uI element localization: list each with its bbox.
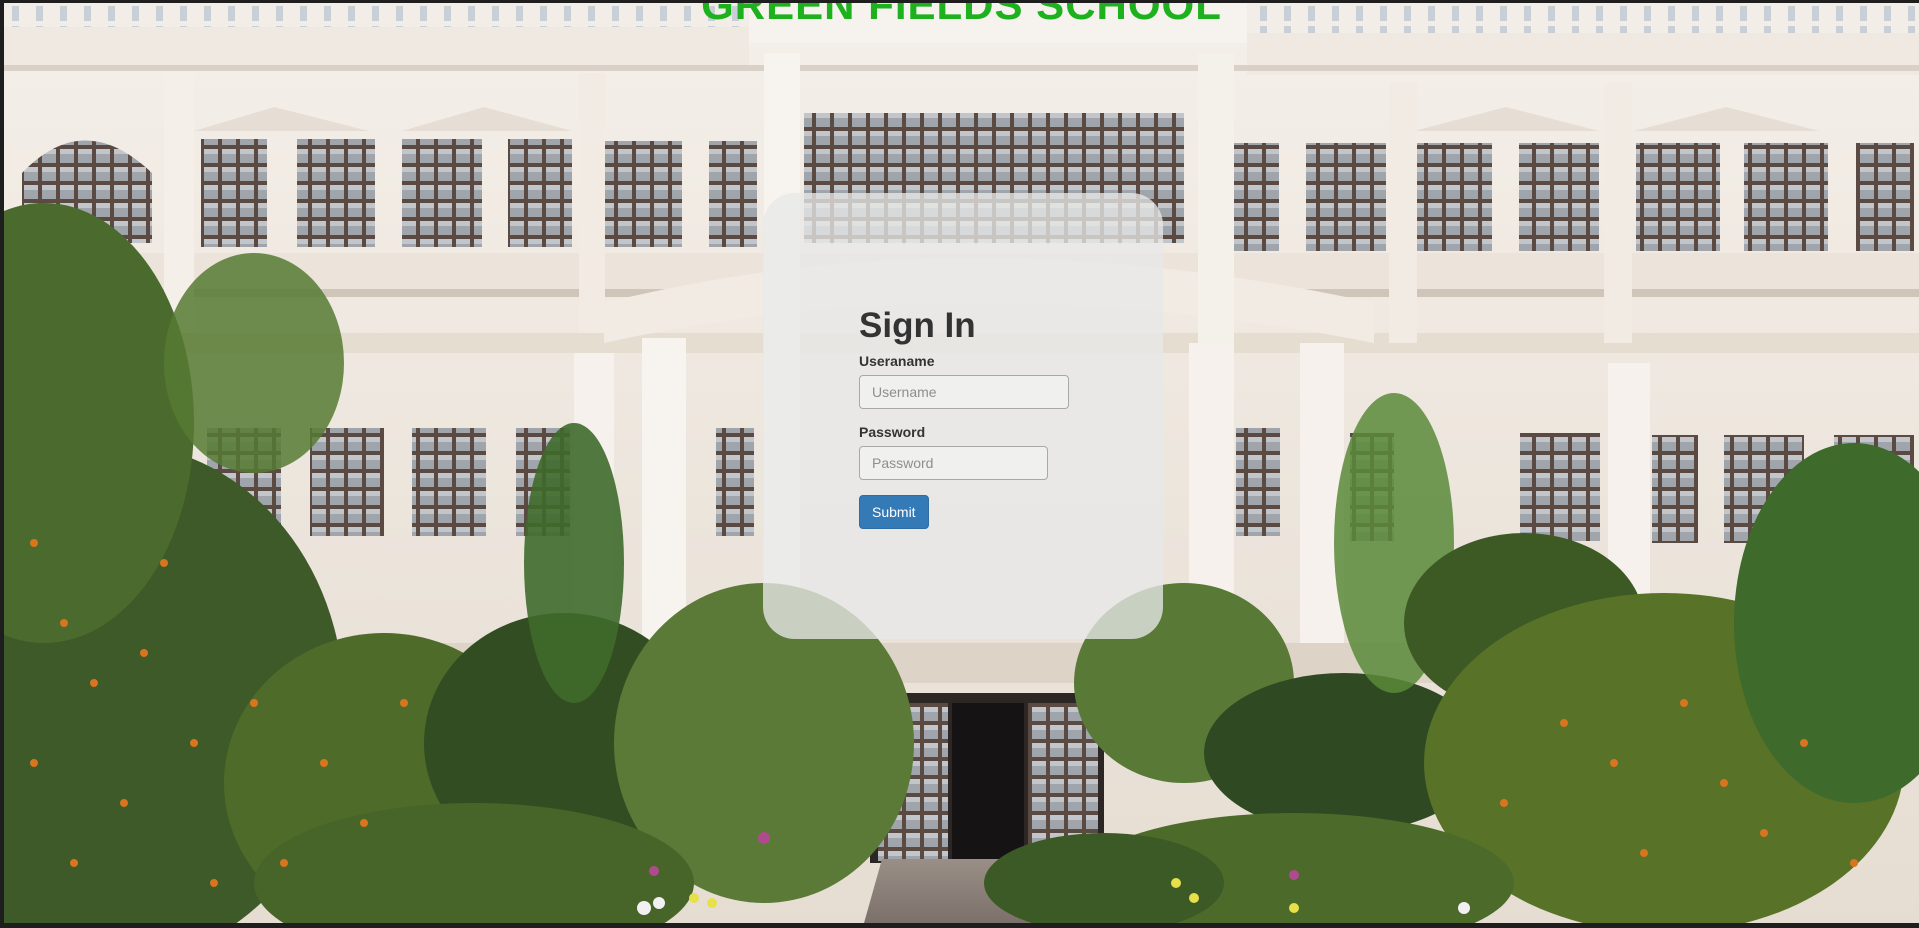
password-label: Password	[859, 424, 926, 440]
password-input[interactable]	[859, 446, 1048, 480]
username-label: Useraname	[859, 353, 935, 369]
login-form: Sign In Useraname Password Submit	[859, 308, 1139, 529]
submit-button[interactable]: Submit	[859, 495, 929, 529]
username-input[interactable]	[859, 375, 1069, 409]
login-card: Sign In Useraname Password Submit	[763, 193, 1163, 639]
school-name-banner: GREEN FIELDS SCHOOL	[701, 3, 1222, 28]
page-viewport: GREEN FIELDS SCHOOL Sign In Useraname Pa…	[4, 3, 1919, 923]
form-title: Sign In	[859, 306, 976, 345]
